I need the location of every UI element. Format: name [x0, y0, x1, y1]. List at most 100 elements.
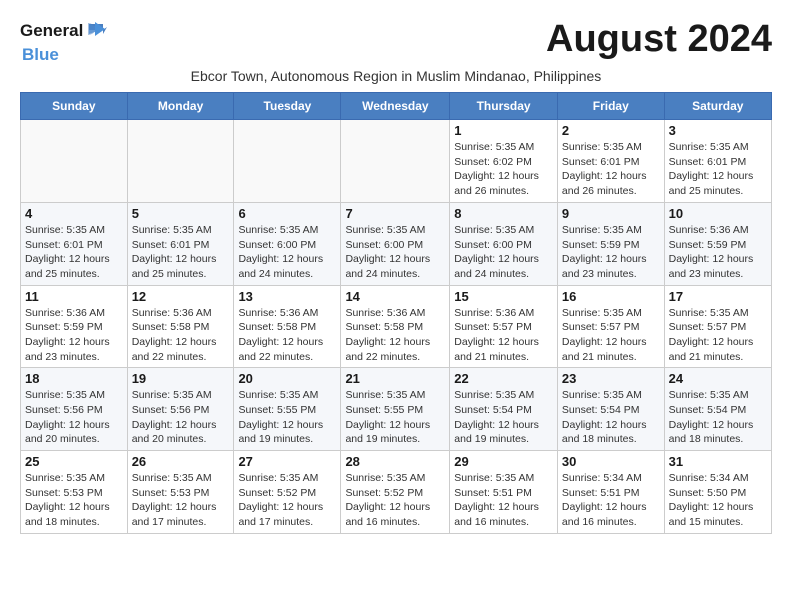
calendar-cell: 26 Sunrise: 5:35 AM Sunset: 5:53 PM Dayli…	[127, 451, 234, 534]
day-number: 27	[238, 454, 336, 469]
day-number: 4	[25, 206, 123, 221]
header-day: Thursday	[450, 93, 558, 120]
logo-line2: Blue	[22, 45, 59, 65]
calendar-cell: 25 Sunrise: 5:35 AM Sunset: 5:53 PM Dayli…	[21, 451, 128, 534]
logo-arrow-icon	[85, 18, 107, 40]
day-number: 3	[669, 123, 767, 138]
calendar-body: 1Sunrise: 5:35 AM Sunset: 6:02 PM Daylig…	[21, 120, 772, 534]
calendar-cell: 2 Sunrise: 5:35 AM Sunset: 6:01 PM Daylig…	[557, 120, 664, 203]
day-number: 11	[25, 289, 123, 304]
week-row: 18 Sunrise: 5:35 AM Sunset: 5:56 PM Dayli…	[21, 368, 772, 451]
calendar-cell: 10Sunrise: 5:36 AM Sunset: 5:59 PM Dayli…	[664, 202, 771, 285]
header-day: Saturday	[664, 93, 771, 120]
week-row: 4 Sunrise: 5:35 AM Sunset: 6:01 PM Daylig…	[21, 202, 772, 285]
day-info: Sunrise: 5:35 AM Sunset: 6:00 PM Dayligh…	[238, 223, 336, 282]
day-info: Sunrise: 5:35 AM Sunset: 5:53 PM Dayligh…	[132, 471, 230, 530]
day-number: 16	[562, 289, 660, 304]
day-number: 24	[669, 371, 767, 386]
calendar-cell: 29 Sunrise: 5:35 AM Sunset: 5:51 PM Dayli…	[450, 451, 558, 534]
day-info: Sunrise: 5:35 AM Sunset: 6:01 PM Dayligh…	[669, 140, 767, 199]
day-number: 29	[454, 454, 553, 469]
day-info: Sunrise: 5:35 AM Sunset: 5:54 PM Dayligh…	[562, 388, 660, 447]
day-info: Sunrise: 5:34 AM Sunset: 5:51 PM Dayligh…	[562, 471, 660, 530]
day-number: 17	[669, 289, 767, 304]
calendar-cell: 7Sunrise: 5:35 AM Sunset: 6:00 PM Daylig…	[341, 202, 450, 285]
day-info: Sunrise: 5:35 AM Sunset: 6:00 PM Dayligh…	[454, 223, 553, 282]
week-row: 25 Sunrise: 5:35 AM Sunset: 5:53 PM Dayli…	[21, 451, 772, 534]
calendar-cell: 17 Sunrise: 5:35 AM Sunset: 5:57 PM Dayli…	[664, 285, 771, 368]
logo-line1: General	[20, 18, 107, 45]
day-info: Sunrise: 5:35 AM Sunset: 6:01 PM Dayligh…	[562, 140, 660, 199]
day-info: Sunrise: 5:35 AM Sunset: 5:56 PM Dayligh…	[132, 388, 230, 447]
day-info: Sunrise: 5:35 AM Sunset: 5:54 PM Dayligh…	[669, 388, 767, 447]
day-info: Sunrise: 5:36 AM Sunset: 5:59 PM Dayligh…	[25, 306, 123, 365]
day-info: Sunrise: 5:35 AM Sunset: 6:01 PM Dayligh…	[25, 223, 123, 282]
day-number: 31	[669, 454, 767, 469]
day-number: 23	[562, 371, 660, 386]
week-row: 1Sunrise: 5:35 AM Sunset: 6:02 PM Daylig…	[21, 120, 772, 203]
day-info: Sunrise: 5:35 AM Sunset: 5:52 PM Dayligh…	[238, 471, 336, 530]
day-number: 2	[562, 123, 660, 138]
day-number: 25	[25, 454, 123, 469]
calendar-cell: 8 Sunrise: 5:35 AM Sunset: 6:00 PM Daylig…	[450, 202, 558, 285]
day-number: 8	[454, 206, 553, 221]
header-row: SundayMondayTuesdayWednesdayThursdayFrid…	[21, 93, 772, 120]
calendar-cell	[21, 120, 128, 203]
calendar-cell: 28Sunrise: 5:35 AM Sunset: 5:52 PM Dayli…	[341, 451, 450, 534]
calendar-cell: 3 Sunrise: 5:35 AM Sunset: 6:01 PM Daylig…	[664, 120, 771, 203]
day-info: Sunrise: 5:36 AM Sunset: 5:58 PM Dayligh…	[345, 306, 445, 365]
day-number: 18	[25, 371, 123, 386]
day-number: 28	[345, 454, 445, 469]
day-number: 19	[132, 371, 230, 386]
calendar-cell: 12Sunrise: 5:36 AM Sunset: 5:58 PM Dayli…	[127, 285, 234, 368]
calendar-cell: 1Sunrise: 5:35 AM Sunset: 6:02 PM Daylig…	[450, 120, 558, 203]
day-info: Sunrise: 5:36 AM Sunset: 5:57 PM Dayligh…	[454, 306, 553, 365]
day-number: 5	[132, 206, 230, 221]
calendar-cell	[234, 120, 341, 203]
logo-text: General Blue	[20, 18, 107, 64]
calendar-table: SundayMondayTuesdayWednesdayThursdayFrid…	[20, 92, 772, 534]
calendar-cell: 11 Sunrise: 5:36 AM Sunset: 5:59 PM Dayli…	[21, 285, 128, 368]
calendar-cell	[127, 120, 234, 203]
calendar-cell: 22Sunrise: 5:35 AM Sunset: 5:54 PM Dayli…	[450, 368, 558, 451]
page: General Blue August 2024 Ebcor Town, Aut…	[0, 0, 792, 552]
calendar-cell: 9Sunrise: 5:35 AM Sunset: 5:59 PM Daylig…	[557, 202, 664, 285]
calendar-cell: 20 Sunrise: 5:35 AM Sunset: 5:55 PM Dayli…	[234, 368, 341, 451]
day-info: Sunrise: 5:34 AM Sunset: 5:50 PM Dayligh…	[669, 471, 767, 530]
day-number: 9	[562, 206, 660, 221]
day-number: 21	[345, 371, 445, 386]
day-info: Sunrise: 5:35 AM Sunset: 5:56 PM Dayligh…	[25, 388, 123, 447]
day-info: Sunrise: 5:35 AM Sunset: 5:55 PM Dayligh…	[238, 388, 336, 447]
subtitle: Ebcor Town, Autonomous Region in Muslim …	[20, 68, 772, 84]
day-info: Sunrise: 5:35 AM Sunset: 5:57 PM Dayligh…	[669, 306, 767, 365]
day-number: 26	[132, 454, 230, 469]
day-info: Sunrise: 5:35 AM Sunset: 5:55 PM Dayligh…	[345, 388, 445, 447]
logo: General Blue	[20, 18, 107, 64]
day-number: 20	[238, 371, 336, 386]
header-day: Tuesday	[234, 93, 341, 120]
calendar-cell: 30 Sunrise: 5:34 AM Sunset: 5:51 PM Dayli…	[557, 451, 664, 534]
calendar-cell: 24 Sunrise: 5:35 AM Sunset: 5:54 PM Dayli…	[664, 368, 771, 451]
calendar-cell: 6 Sunrise: 5:35 AM Sunset: 6:00 PM Daylig…	[234, 202, 341, 285]
calendar-cell: 4 Sunrise: 5:35 AM Sunset: 6:01 PM Daylig…	[21, 202, 128, 285]
day-info: Sunrise: 5:35 AM Sunset: 5:51 PM Dayligh…	[454, 471, 553, 530]
header-day: Wednesday	[341, 93, 450, 120]
day-info: Sunrise: 5:35 AM Sunset: 5:53 PM Dayligh…	[25, 471, 123, 530]
calendar-cell: 31 Sunrise: 5:34 AM Sunset: 5:50 PM Dayli…	[664, 451, 771, 534]
calendar-cell: 14 Sunrise: 5:36 AM Sunset: 5:58 PM Dayli…	[341, 285, 450, 368]
day-info: Sunrise: 5:35 AM Sunset: 5:54 PM Dayligh…	[454, 388, 553, 447]
header-day: Monday	[127, 93, 234, 120]
week-row: 11 Sunrise: 5:36 AM Sunset: 5:59 PM Dayli…	[21, 285, 772, 368]
calendar-cell: 15Sunrise: 5:36 AM Sunset: 5:57 PM Dayli…	[450, 285, 558, 368]
page-title: August 2024	[546, 18, 772, 61]
day-number: 10	[669, 206, 767, 221]
calendar-cell: 23 Sunrise: 5:35 AM Sunset: 5:54 PM Dayli…	[557, 368, 664, 451]
day-number: 30	[562, 454, 660, 469]
day-info: Sunrise: 5:35 AM Sunset: 6:01 PM Dayligh…	[132, 223, 230, 282]
calendar-cell: 27 Sunrise: 5:35 AM Sunset: 5:52 PM Dayli…	[234, 451, 341, 534]
header-day: Friday	[557, 93, 664, 120]
calendar-cell: 5 Sunrise: 5:35 AM Sunset: 6:01 PM Daylig…	[127, 202, 234, 285]
day-number: 14	[345, 289, 445, 304]
day-number: 7	[345, 206, 445, 221]
day-number: 6	[238, 206, 336, 221]
